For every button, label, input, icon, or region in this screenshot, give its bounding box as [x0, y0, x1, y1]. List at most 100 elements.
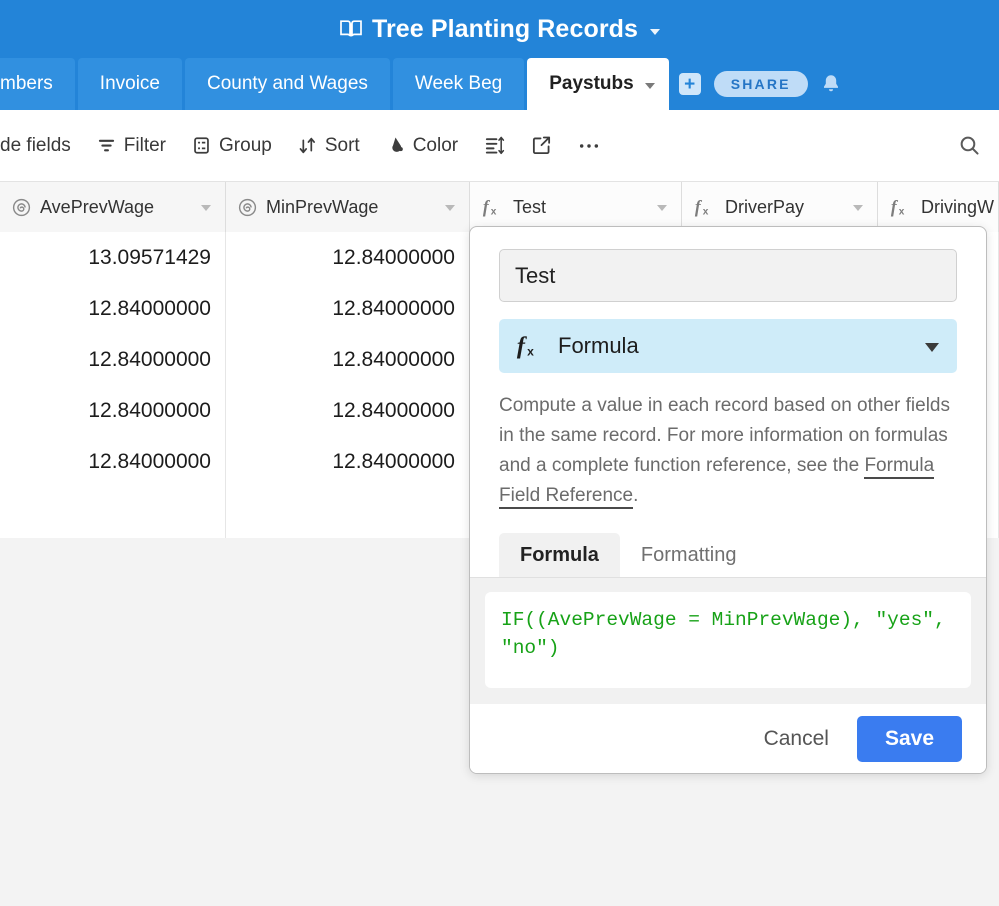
row-height-button[interactable]: [471, 110, 518, 181]
color-icon: [386, 136, 405, 155]
share-view-icon: [531, 135, 552, 156]
row-height-icon: [484, 135, 505, 156]
formula-fx-icon: f x: [890, 196, 912, 218]
field-editor-panel: f x Formula Compute a value in each reco…: [469, 226, 987, 774]
column-header-drivingw[interactable]: f x DrivingW: [878, 182, 999, 232]
svg-text:x: x: [491, 206, 497, 217]
sort-icon: [298, 136, 317, 155]
table-tab-county-and-wages[interactable]: County and Wages: [185, 58, 390, 110]
airtable-app: Tree Planting Records mbers Invoice Coun…: [0, 0, 999, 906]
formula-fx-icon: f x: [515, 332, 543, 360]
rollup-spiral-icon: [238, 198, 257, 217]
field-type-label: Formula: [558, 333, 639, 358]
save-button[interactable]: Save: [856, 715, 962, 762]
share-view-button[interactable]: [518, 110, 565, 181]
grid-cell[interactable]: 12.84000000: [0, 385, 226, 436]
filter-label: Filter: [123, 134, 167, 156]
chevron-down-icon[interactable]: [644, 82, 655, 89]
chevron-down-icon[interactable]: [201, 205, 211, 211]
tab-formula[interactable]: Formula: [499, 533, 620, 577]
rollup-spiral-icon: [12, 198, 31, 217]
column-header-label: DrivingW: [921, 196, 995, 217]
grid-cell[interactable]: 12.84000000: [226, 334, 470, 385]
grid-cell[interactable]: [0, 487, 226, 538]
cancel-button[interactable]: Cancel: [748, 717, 845, 761]
formula-editor-zone: IF((AvePrevWage = MinPrevWage), "yes", "…: [470, 578, 986, 704]
grid-cell[interactable]: 12.84000000: [226, 232, 470, 283]
sort-button[interactable]: Sort: [285, 110, 373, 181]
chevron-down-icon[interactable]: [925, 343, 939, 352]
filter-button[interactable]: Filter: [84, 110, 179, 181]
top-bar: Tree Planting Records: [0, 0, 999, 58]
formula-fx-icon: f x: [482, 196, 504, 218]
field-editor-body: f x Formula Compute a value in each reco…: [470, 227, 986, 511]
group-label: Group: [219, 134, 272, 156]
bell-icon[interactable]: [820, 73, 842, 95]
hide-fields-button[interactable]: de fields: [0, 110, 84, 181]
column-header-label: AvePrevWage: [40, 196, 155, 217]
tab-formatting[interactable]: Formatting: [620, 533, 758, 577]
svg-text:x: x: [527, 344, 534, 358]
svg-text:f: f: [483, 197, 491, 217]
chevron-down-icon[interactable]: [445, 205, 455, 211]
more-ellipsis-icon: [578, 141, 600, 151]
field-editor-subtabs: Formula Formatting: [470, 533, 986, 578]
grid-cell[interactable]: 12.84000000: [0, 334, 226, 385]
column-header-label: MinPrevWage: [266, 196, 379, 217]
description-text-part2: .: [633, 485, 639, 506]
plus-icon: +: [678, 73, 701, 95]
table-tab-week-beg[interactable]: Week Beg: [392, 58, 525, 110]
color-label: Color: [412, 134, 459, 156]
hide-fields-label: de fields: [0, 134, 71, 156]
grid-cell[interactable]: 13.09571429: [0, 232, 226, 283]
field-type-select[interactable]: f x Formula: [499, 319, 957, 373]
add-table-button[interactable]: +: [672, 58, 708, 110]
column-header-aveprevwage[interactable]: AvePrevWage: [0, 182, 226, 232]
chevron-down-icon[interactable]: [853, 205, 863, 211]
share-button[interactable]: SHARE: [713, 71, 808, 97]
svg-text:x: x: [703, 206, 709, 217]
grid-cell[interactable]: 12.84000000: [226, 283, 470, 334]
column-header-minprevwage[interactable]: MinPrevWage: [226, 182, 470, 232]
sort-label: Sort: [324, 134, 360, 156]
formula-fx-icon: f x: [694, 196, 716, 218]
tab-label: Paystubs: [549, 73, 634, 94]
view-toolbar: de fields Filter Group Sort Color: [0, 110, 999, 182]
table-tab-paystubs[interactable]: Paystubs: [527, 58, 669, 110]
table-tab-mbers[interactable]: mbers: [0, 58, 75, 110]
page-title: Tree Planting Records: [371, 14, 639, 43]
workbook-title-bar[interactable]: Tree Planting Records: [0, 0, 999, 58]
search-icon: [958, 134, 981, 157]
filter-icon: [97, 136, 116, 155]
more-options-button[interactable]: [565, 110, 613, 181]
grid-cell[interactable]: 12.84000000: [226, 436, 470, 487]
grid-cell[interactable]: 12.84000000: [0, 436, 226, 487]
grid-cell[interactable]: [226, 487, 470, 538]
chevron-down-icon[interactable]: [657, 205, 667, 211]
tab-label: Invoice: [99, 73, 160, 94]
tab-label: mbers: [0, 73, 53, 94]
table-tab-invoice[interactable]: Invoice: [77, 58, 182, 110]
tab-label: County and Wages: [207, 73, 368, 94]
grid-cell[interactable]: 12.84000000: [0, 283, 226, 334]
grid-cell[interactable]: 12.84000000: [226, 385, 470, 436]
svg-text:f: f: [891, 197, 899, 217]
column-header-test[interactable]: f x Test: [470, 182, 682, 232]
field-name-input[interactable]: [499, 249, 957, 302]
table-tab-strip: mbers Invoice County and Wages Week Beg …: [0, 58, 999, 110]
formula-input[interactable]: IF((AvePrevWage = MinPrevWage), "yes", "…: [485, 592, 971, 688]
tab-label: Week Beg: [414, 73, 503, 94]
column-header-label: Test: [513, 196, 547, 217]
book-icon: [339, 17, 363, 41]
group-button[interactable]: Group: [179, 110, 285, 181]
field-type-description: Compute a value in each record based on …: [499, 391, 957, 511]
chevron-down-icon[interactable]: [650, 28, 661, 35]
color-button[interactable]: Color: [373, 110, 471, 181]
column-header-driverpay[interactable]: f x DriverPay: [682, 182, 878, 232]
field-editor-footer: Cancel Save: [470, 704, 986, 773]
grid-header-row: AvePrevWage MinPrevWage f x Test f x Dri…: [0, 182, 999, 232]
svg-text:x: x: [899, 206, 905, 217]
search-button[interactable]: [945, 110, 999, 181]
column-header-label: DriverPay: [725, 196, 805, 217]
group-icon: [192, 136, 211, 155]
